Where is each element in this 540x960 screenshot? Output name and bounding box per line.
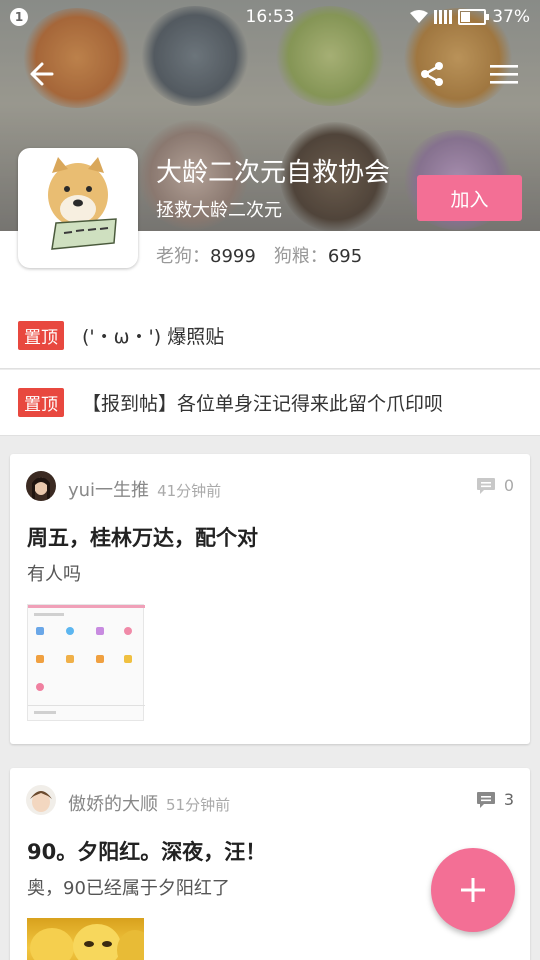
stat-value-members: 8999 xyxy=(210,246,256,267)
comment-icon xyxy=(476,477,495,494)
post-title: 90。夕阳红。深夜，汪！ xyxy=(27,840,267,864)
pinned-post-title: ('・ω・') 爆照贴 xyxy=(82,326,225,348)
share-button[interactable] xyxy=(410,52,454,96)
pinned-post[interactable]: 置顶 【报到帖】各位单身汪记得来此留个爪印呗 xyxy=(0,370,540,436)
author-line: yui一生推 41分钟前 xyxy=(68,476,221,502)
comment-count-value: 0 xyxy=(503,476,514,495)
stat-value-food: 695 xyxy=(327,246,363,267)
pinned-post[interactable]: 置顶 ('・ω・') 爆照贴 xyxy=(0,303,540,369)
author-name[interactable]: yui一生推 xyxy=(68,480,149,501)
comment-count-value: 3 xyxy=(503,790,514,809)
user-avatar-icon xyxy=(26,471,56,501)
new-post-button[interactable] xyxy=(431,848,515,932)
pin-badge: 置顶 xyxy=(18,388,64,417)
group-avatar[interactable] xyxy=(18,148,138,268)
back-button[interactable] xyxy=(20,52,64,96)
author-avatar[interactable] xyxy=(26,471,56,501)
post-image[interactable] xyxy=(27,918,144,960)
stat-label-food: 狗粮： xyxy=(273,246,328,267)
post-card[interactable]: yui一生推 41分钟前 0 周五，桂林万达，配个对 有人吗 xyxy=(10,454,530,744)
author-line: 傲娇的大顺 51分钟前 xyxy=(68,790,230,816)
post-title: 周五，桂林万达，配个对 xyxy=(27,526,258,550)
menu-button[interactable] xyxy=(482,52,526,96)
post-body: 有人吗 xyxy=(27,564,81,585)
author-name[interactable]: 傲娇的大顺 xyxy=(68,794,158,815)
comment-icon xyxy=(476,791,495,808)
plus-icon xyxy=(461,878,485,902)
post-time: 41分钟前 xyxy=(157,482,222,500)
group-stats: 老狗：8999 狗粮：695 xyxy=(156,242,362,268)
comment-count: 3 xyxy=(476,790,514,809)
post-image[interactable] xyxy=(27,604,145,721)
join-button[interactable]: 加入 xyxy=(417,175,522,221)
back-arrow-icon xyxy=(30,62,54,86)
doge-avatar-icon xyxy=(48,157,117,250)
group-name: 大龄二次元自救协会 xyxy=(156,158,391,188)
pin-badge: 置顶 xyxy=(18,321,64,350)
emoji-faces-thumbnail-icon xyxy=(30,924,144,960)
user-avatar-icon xyxy=(26,785,56,815)
post-time: 51分钟前 xyxy=(166,796,231,814)
status-bar: 1 16:53 37% xyxy=(0,0,540,34)
battery-icon xyxy=(458,9,490,25)
pinned-post-title: 【报到帖】各位单身汪记得来此留个爪印呗 xyxy=(82,393,444,415)
hamburger-menu-icon xyxy=(490,65,518,84)
post-body: 奥，90已经属于夕阳红了 xyxy=(27,878,230,899)
comment-count: 0 xyxy=(476,476,514,495)
share-icon xyxy=(421,62,443,86)
screenshot-thumbnail-icon xyxy=(28,605,145,714)
author-avatar[interactable] xyxy=(26,785,56,815)
group-subtitle: 拯救大龄二次元 xyxy=(156,200,282,221)
stat-label-members: 老狗： xyxy=(156,246,210,267)
